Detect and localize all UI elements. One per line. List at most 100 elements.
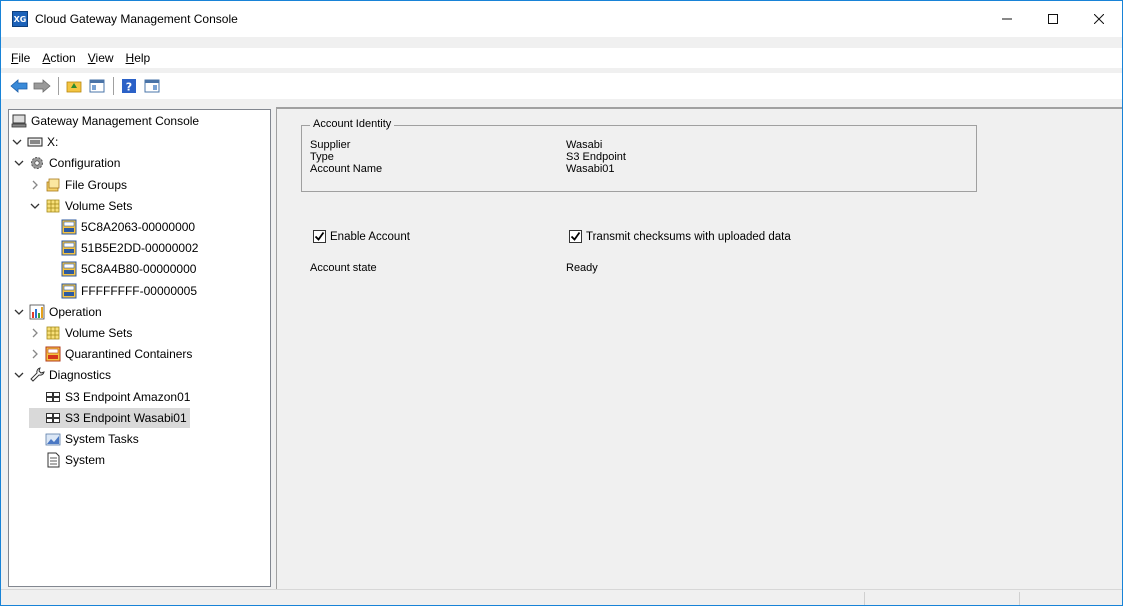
maximize-icon bbox=[1048, 14, 1058, 24]
chevron-down-icon[interactable] bbox=[11, 136, 23, 148]
type-value: S3 Endpoint bbox=[566, 151, 626, 163]
help-button[interactable]: ? bbox=[118, 75, 140, 97]
tree-item-label: 51B5E2DD-00000002 bbox=[81, 241, 199, 256]
tree-item-label: FFFFFFFF-00000005 bbox=[81, 283, 198, 298]
menu-file[interactable]: File bbox=[1, 51, 36, 65]
tree-item[interactable]: 5C8A2063-00000000 bbox=[45, 217, 198, 237]
volume-icon bbox=[61, 261, 77, 277]
account-name-label: Account Name bbox=[310, 163, 383, 175]
tree-item[interactable]: Volume Sets bbox=[29, 323, 135, 343]
forward-button[interactable] bbox=[31, 75, 53, 97]
maximize-button[interactable] bbox=[1030, 1, 1076, 37]
action-pane-button[interactable] bbox=[141, 75, 163, 97]
show-hide-tree-button[interactable] bbox=[86, 75, 108, 97]
transmit-checksums-checkbox[interactable] bbox=[569, 230, 582, 243]
tree-item[interactable]: S3 Endpoint Wasabi01 bbox=[29, 407, 190, 428]
tree-item[interactable]: Quarantined Containers bbox=[29, 344, 195, 364]
tree-item[interactable]: S3 Endpoint Amazon01 bbox=[29, 387, 193, 407]
endpoint-icon bbox=[45, 389, 61, 405]
menu-bar: File Action View Help bbox=[1, 48, 1122, 68]
drive-icon bbox=[27, 134, 43, 150]
tree-item[interactable]: 51B5E2DD-00000002 bbox=[45, 238, 201, 258]
minimize-button[interactable] bbox=[984, 1, 1030, 37]
close-button[interactable] bbox=[1076, 1, 1122, 37]
menu-view[interactable]: View bbox=[82, 51, 120, 65]
account-state-label: Account state bbox=[310, 262, 377, 274]
account-name-value: Wasabi01 bbox=[566, 163, 615, 175]
menu-action[interactable]: Action bbox=[36, 51, 81, 65]
tree-item[interactable]: Diagnostics bbox=[13, 365, 114, 385]
volume-icon bbox=[61, 219, 77, 235]
tree-item-label: System bbox=[65, 453, 106, 468]
tree-item-label: S3 Endpoint Wasabi01 bbox=[65, 410, 187, 425]
operation-chart-icon bbox=[29, 304, 45, 320]
window-controls bbox=[984, 1, 1122, 37]
checkmark-icon bbox=[570, 231, 581, 241]
tree-item[interactable]: System bbox=[29, 450, 108, 470]
tree-item[interactable]: Volume Sets bbox=[29, 196, 135, 216]
tree-item-label: System Tasks bbox=[65, 432, 139, 446]
account-identity-legend: Account Identity bbox=[310, 118, 395, 130]
supplier-value: Wasabi bbox=[566, 139, 603, 151]
window-title: Cloud Gateway Management Console bbox=[35, 12, 238, 26]
tree-item-label: Volume Sets bbox=[65, 198, 133, 213]
tree-item-label: Diagnostics bbox=[49, 368, 112, 383]
console-tree[interactable]: Gateway Management Console X: Configuratio… bbox=[8, 109, 271, 587]
back-arrow-icon bbox=[10, 79, 28, 93]
details-pane: Account Identity Supplier Wasabi Type S3… bbox=[276, 107, 1122, 589]
chevron-right-icon[interactable] bbox=[29, 327, 41, 339]
tree-item[interactable]: Configuration bbox=[13, 153, 123, 173]
up-level-button[interactable] bbox=[63, 75, 85, 97]
chevron-right-icon[interactable] bbox=[29, 348, 41, 360]
transmit-checksums-label: Transmit checksums with uploaded data bbox=[586, 230, 791, 243]
status-segment bbox=[1019, 592, 1020, 605]
minimize-icon bbox=[1002, 18, 1012, 20]
file-groups-icon bbox=[45, 177, 61, 193]
back-button[interactable] bbox=[8, 75, 30, 97]
tasks-icon bbox=[45, 431, 61, 447]
help-icon: ? bbox=[122, 79, 136, 94]
tree-item-label: Configuration bbox=[49, 156, 121, 171]
up-folder-icon bbox=[66, 81, 82, 93]
tree-item[interactable]: X: bbox=[11, 132, 61, 152]
chevron-down-icon[interactable] bbox=[13, 306, 25, 318]
app-icon: XG bbox=[12, 11, 28, 27]
menu-help[interactable]: Help bbox=[120, 51, 157, 65]
chevron-down-icon[interactable] bbox=[29, 200, 41, 212]
tree-item[interactable]: File Groups bbox=[29, 175, 130, 195]
title-bar[interactable]: XG Cloud Gateway Management Console bbox=[1, 1, 1122, 37]
chevron-down-icon[interactable] bbox=[13, 369, 25, 381]
tree-item-label: File Groups bbox=[65, 177, 128, 192]
quarantined-icon bbox=[45, 346, 61, 362]
svg-text:?: ? bbox=[126, 81, 132, 94]
tree-item[interactable]: FFFFFFFF-00000005 bbox=[45, 281, 200, 301]
tree-item-label: Gateway Management Console bbox=[31, 114, 200, 128]
account-identity-group: Account Identity Supplier Wasabi Type S3… bbox=[301, 118, 977, 192]
transmit-checksums-option[interactable]: Transmit checksums with uploaded data bbox=[569, 230, 791, 243]
chevron-down-icon[interactable] bbox=[13, 157, 25, 169]
tree-item[interactable]: System Tasks bbox=[29, 429, 142, 449]
main-window: XG Cloud Gateway Management Console File… bbox=[0, 0, 1123, 606]
account-state-value: Ready bbox=[566, 262, 598, 274]
enable-account-option[interactable]: Enable Account bbox=[313, 230, 410, 243]
toolbar: ? bbox=[1, 73, 1122, 99]
volume-sets-icon bbox=[45, 325, 61, 341]
volume-sets-icon bbox=[45, 198, 61, 214]
gear-icon bbox=[29, 155, 45, 171]
chevron-right-icon[interactable] bbox=[29, 179, 41, 191]
tree-item[interactable]: Operation bbox=[13, 302, 105, 322]
status-segment bbox=[864, 592, 865, 605]
tree-item[interactable]: Gateway Management Console bbox=[11, 111, 202, 131]
tree-item-label: Volume Sets bbox=[65, 326, 133, 340]
tree-item[interactable]: 5C8A4B80-00000000 bbox=[45, 259, 199, 279]
forward-arrow-icon bbox=[33, 79, 51, 93]
status-bar bbox=[1, 589, 1122, 605]
checkmark-icon bbox=[314, 231, 325, 241]
enable-account-checkbox[interactable] bbox=[313, 230, 326, 243]
